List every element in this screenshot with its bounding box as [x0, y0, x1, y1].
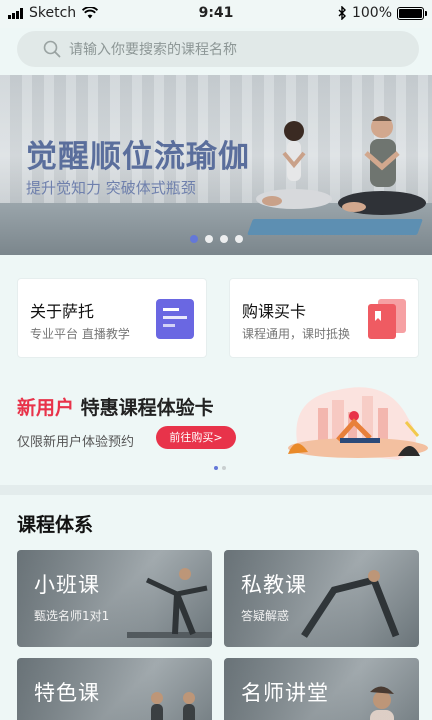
about-card-title: 关于萨托: [30, 302, 95, 321]
about-card[interactable]: 关于萨托 专业平台 直播教学: [17, 278, 207, 358]
search-bar[interactable]: 请输入你要搜索的课程名称: [17, 31, 419, 67]
course-title: 私教课: [241, 573, 307, 597]
pagination-dot[interactable]: [235, 235, 243, 243]
buy-card[interactable]: 购课买卡 课程通用，课时抵换: [229, 278, 419, 358]
promo-banner[interactable]: 觉醒顺位流瑜伽 提升觉知力 突破体式瓶颈: [0, 75, 432, 255]
course-card-private[interactable]: 私教课 答疑解惑: [224, 550, 419, 647]
buy-card-desc: 课程通用，课时抵换: [242, 327, 351, 341]
pagination-dot[interactable]: [205, 235, 213, 243]
search-placeholder: 请输入你要搜索的课程名称: [69, 42, 237, 58]
banner-instructors-image: [256, 116, 426, 215]
section-divider: [0, 485, 432, 495]
promo-illustration: [288, 387, 428, 460]
banner-subtitle: 提升觉知力 突破体式瓶颈: [26, 179, 196, 197]
promo-title: 新用户 特惠课程体验卡: [17, 393, 214, 420]
promo-pagination: [214, 466, 226, 470]
battery-fill: [399, 8, 422, 18]
course-desc: 答疑解惑: [241, 609, 290, 623]
system-status: 100%: [338, 5, 427, 21]
buy-card-title: 购课买卡: [242, 302, 307, 321]
promo-subtitle: 仅限新用户体验预约: [17, 435, 135, 450]
course-card-masters[interactable]: 名师讲堂: [224, 658, 419, 720]
banner-title: 觉醒顺位流瑜伽: [26, 139, 250, 175]
search-icon: [43, 40, 61, 58]
battery-percent: 100%: [351, 5, 392, 21]
bluetooth-icon: [338, 6, 346, 20]
document-icon: [156, 299, 194, 339]
status-bar: Sketch 9:41 100%: [0, 0, 432, 28]
buy-now-button[interactable]: 前往购买>: [156, 426, 236, 449]
course-card-featured[interactable]: 特色课: [17, 658, 212, 720]
promo-title-text: 特惠课程体验卡: [74, 397, 214, 419]
promo-highlight: 新用户: [17, 397, 75, 419]
pagination-dot[interactable]: [220, 235, 228, 243]
card-icon: [368, 299, 406, 339]
pagination-dot[interactable]: [222, 466, 226, 470]
about-card-desc: 专业平台 直播教学: [30, 327, 130, 341]
pagination-dot[interactable]: [214, 466, 218, 470]
section-title: 课程体系: [17, 514, 94, 536]
banner-pagination: [190, 235, 243, 243]
course-title: 小班课: [34, 573, 100, 597]
battery-icon: [397, 6, 427, 20]
course-card-small-class[interactable]: 小班课 甄选名师1对1: [17, 550, 212, 647]
course-title: 名师讲堂: [241, 681, 329, 705]
pagination-dot[interactable]: [190, 235, 198, 243]
course-title: 特色课: [34, 681, 100, 705]
course-desc: 甄选名师1对1: [34, 609, 110, 623]
